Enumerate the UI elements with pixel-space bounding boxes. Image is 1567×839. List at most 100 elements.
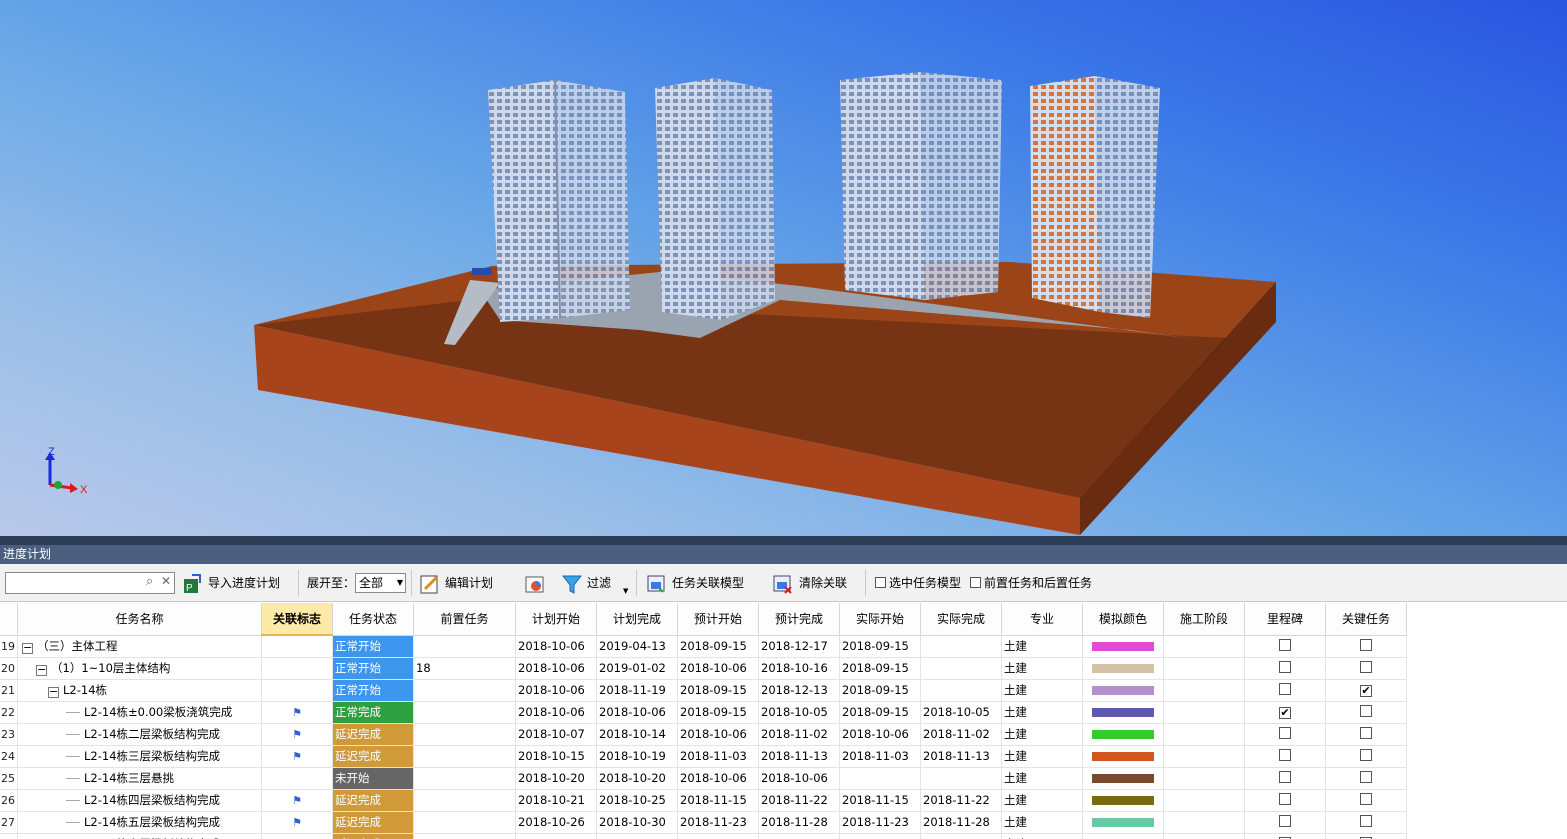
- discipline-cell[interactable]: 土建: [1001, 767, 1083, 790]
- clear-link-icon[interactable]: [772, 573, 794, 595]
- column-header[interactable]: 预计完成: [758, 603, 840, 636]
- date-cell[interactable]: 2018-09-15: [677, 679, 759, 702]
- critical-task-checkbox[interactable]: [1360, 638, 1372, 651]
- discipline-cell[interactable]: 土建: [1001, 833, 1083, 839]
- milestone-cell[interactable]: ✔: [1244, 701, 1326, 724]
- critical-task-checkbox[interactable]: [1360, 770, 1372, 783]
- column-header[interactable]: 计划开始: [515, 603, 597, 636]
- color-swatch[interactable]: [1092, 729, 1154, 739]
- task-name-cell[interactable]: L2-14栋四层梁板结构完成: [17, 789, 262, 812]
- critical-task-checkbox[interactable]: ✔: [1360, 685, 1372, 697]
- date-cell[interactable]: 2018-10-30: [596, 811, 678, 834]
- critical-cell[interactable]: [1325, 635, 1407, 658]
- sim-color-cell[interactable]: [1082, 745, 1164, 768]
- date-cell[interactable]: 2018-10-06: [515, 679, 597, 702]
- edit-plan-icon[interactable]: [419, 573, 441, 595]
- date-cell[interactable]: 2018-10-06: [515, 657, 597, 680]
- discipline-cell[interactable]: 土建: [1001, 635, 1083, 658]
- critical-cell[interactable]: [1325, 767, 1407, 790]
- date-cell[interactable]: 2018-10-16: [758, 657, 840, 680]
- milestone-checkbox[interactable]: [1279, 770, 1291, 783]
- construction-stage-cell[interactable]: [1163, 811, 1245, 834]
- construction-stage-cell[interactable]: [1163, 701, 1245, 724]
- status-cell[interactable]: 正常开始: [332, 657, 414, 680]
- date-cell[interactable]: 2018-11-19: [596, 679, 678, 702]
- sim-color-cell[interactable]: [1082, 833, 1164, 839]
- expand-level-select[interactable]: 全部 ▼: [355, 573, 406, 593]
- critical-task-checkbox[interactable]: [1360, 792, 1372, 805]
- construction-stage-cell[interactable]: [1163, 767, 1245, 790]
- date-cell[interactable]: 2018-10-06: [596, 701, 678, 724]
- table-row[interactable]: 20− （1）1~10层主体结构 正常开始 18 2018-10-06 2019-01-0…: [0, 657, 1407, 680]
- milestone-cell[interactable]: [1244, 811, 1326, 834]
- milestone-checkbox[interactable]: [1279, 682, 1291, 695]
- critical-cell[interactable]: [1325, 833, 1407, 839]
- color-swatch[interactable]: [1092, 641, 1154, 651]
- viewport-divider[interactable]: [0, 536, 1567, 545]
- column-header[interactable]: 模拟颜色: [1082, 603, 1164, 636]
- date-cell[interactable]: 2018-09-15: [839, 701, 921, 724]
- date-cell[interactable]: 2018-12-04: [758, 833, 840, 839]
- date-cell[interactable]: 2018-09-15: [839, 635, 921, 658]
- clear-icon[interactable]: ✕: [161, 574, 171, 588]
- critical-cell[interactable]: [1325, 657, 1407, 680]
- status-cell[interactable]: 延迟完成: [332, 811, 414, 834]
- color-swatch[interactable]: [1092, 773, 1154, 783]
- date-cell[interactable]: 2018-10-06: [677, 723, 759, 746]
- sim-color-cell[interactable]: [1082, 635, 1164, 658]
- color-swatch[interactable]: [1092, 751, 1154, 761]
- milestone-checkbox[interactable]: [1279, 814, 1291, 827]
- critical-cell[interactable]: [1325, 811, 1407, 834]
- status-cell[interactable]: 延迟完成: [332, 833, 414, 839]
- link-model-icon[interactable]: [646, 573, 668, 595]
- date-cell[interactable]: 2018-11-23: [677, 811, 759, 834]
- date-cell[interactable]: 2018-12-04: [920, 833, 1002, 839]
- discipline-cell[interactable]: 土建: [1001, 789, 1083, 812]
- date-cell[interactable]: 2018-10-06: [677, 657, 759, 680]
- milestone-cell[interactable]: [1244, 833, 1326, 839]
- milestone-cell[interactable]: [1244, 679, 1326, 702]
- table-row[interactable]: 27 L2-14栋五层梁板结构完成 ⚑ 延迟完成 2018-10-26 2018-10-3…: [0, 811, 1407, 834]
- status-cell[interactable]: 正常开始: [332, 679, 414, 702]
- color-swatch[interactable]: [1092, 685, 1154, 695]
- date-cell[interactable]: 2018-11-03: [596, 833, 678, 839]
- milestone-checkbox[interactable]: [1279, 638, 1291, 651]
- search-icon[interactable]: ⌕: [146, 574, 153, 589]
- critical-task-checkbox[interactable]: [1360, 660, 1372, 673]
- sim-color-cell[interactable]: [1082, 811, 1164, 834]
- date-cell[interactable]: 2018-11-02: [920, 723, 1002, 746]
- column-header[interactable]: 任务状态: [332, 603, 414, 636]
- milestone-cell[interactable]: [1244, 657, 1326, 680]
- sim-color-cell[interactable]: [1082, 767, 1164, 790]
- column-header[interactable]: 关键任务: [1325, 603, 1407, 636]
- column-header[interactable]: 专业: [1001, 603, 1083, 636]
- task-name-cell[interactable]: − L2-14栋: [17, 679, 262, 702]
- predecessor-cell[interactable]: [413, 723, 516, 746]
- date-cell[interactable]: 2018-10-31: [515, 833, 597, 839]
- column-header[interactable]: 预计开始: [677, 603, 759, 636]
- construction-stage-cell[interactable]: [1163, 657, 1245, 680]
- table-row[interactable]: 19− （三）主体工程 正常开始 2018-10-06 2019-04-13 2018-0…: [0, 635, 1407, 658]
- filter-icon[interactable]: [561, 573, 583, 595]
- critical-task-checkbox[interactable]: [1360, 748, 1372, 761]
- predecessor-cell[interactable]: [413, 811, 516, 834]
- critical-task-checkbox[interactable]: [1360, 704, 1372, 717]
- link-model-button[interactable]: 任务关联模型: [672, 564, 744, 602]
- date-cell[interactable]: 2018-09-15: [677, 701, 759, 724]
- collapse-toggle-icon[interactable]: −: [36, 664, 47, 676]
- date-cell[interactable]: 2018-12-13: [758, 679, 840, 702]
- sim-color-cell[interactable]: [1082, 657, 1164, 680]
- milestone-cell[interactable]: [1244, 789, 1326, 812]
- date-cell[interactable]: 2018-11-23: [839, 811, 921, 834]
- predecessor-cell[interactable]: [413, 833, 516, 839]
- column-header[interactable]: 里程碑: [1244, 603, 1326, 636]
- date-cell[interactable]: 2018-11-03: [677, 745, 759, 768]
- critical-cell[interactable]: [1325, 701, 1407, 724]
- date-cell[interactable]: [920, 635, 1002, 658]
- construction-stage-cell[interactable]: [1163, 635, 1245, 658]
- column-header[interactable]: 前置任务: [413, 603, 516, 636]
- column-header[interactable]: 实际开始: [839, 603, 921, 636]
- discipline-cell[interactable]: 土建: [1001, 811, 1083, 834]
- color-swatch[interactable]: [1092, 817, 1154, 827]
- date-cell[interactable]: 2018-10-06: [677, 767, 759, 790]
